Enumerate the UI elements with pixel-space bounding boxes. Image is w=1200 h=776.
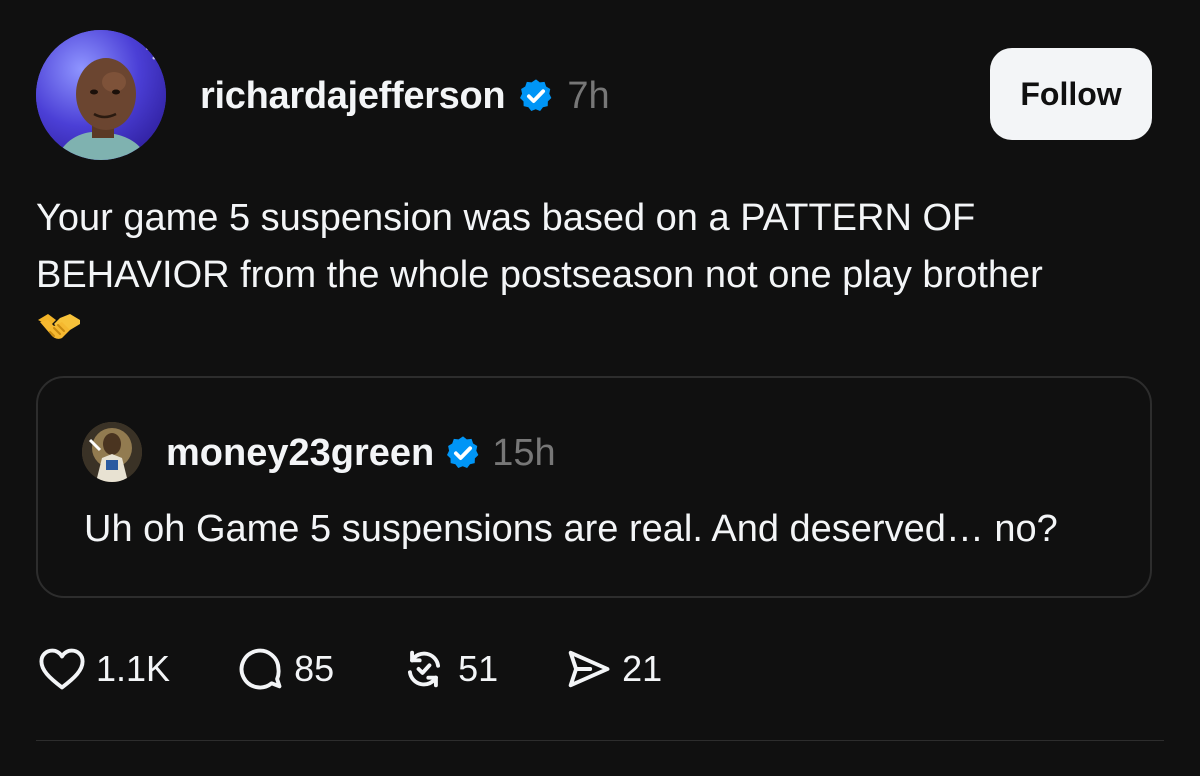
send-icon — [562, 643, 614, 695]
like-button[interactable]: 1.1K — [36, 643, 170, 695]
post-body-text: Your game 5 suspension was based on a PA… — [36, 197, 1043, 296]
reply-button[interactable]: 85 — [234, 643, 334, 695]
action-bar: 1.1K 85 51 21 — [36, 640, 726, 698]
post-header: richardajefferson 7h — [200, 68, 610, 124]
author-avatar[interactable] — [36, 30, 166, 160]
quoted-post-card[interactable]: money23green 15h Uh oh Game 5 suspension… — [36, 376, 1152, 598]
comment-icon — [234, 643, 286, 695]
share-count: 21 — [622, 648, 663, 689]
author-username[interactable]: richardajefferson — [200, 75, 506, 118]
repost-button[interactable]: 51 — [398, 643, 498, 695]
follow-button[interactable]: Follow — [990, 48, 1152, 140]
quoted-author-username[interactable]: money23green — [166, 432, 434, 475]
quoted-post-timestamp: 15h — [492, 431, 556, 474]
verified-badge-icon — [517, 77, 555, 115]
thread-post: richardajefferson 7h Follow Your game 5 … — [0, 0, 1200, 776]
like-count: 1.1K — [96, 648, 171, 689]
verified-badge-icon — [444, 434, 482, 472]
reply-count: 85 — [294, 648, 335, 689]
repost-icon — [398, 643, 450, 695]
repost-count: 51 — [458, 648, 499, 689]
quoted-author-avatar[interactable] — [82, 422, 142, 482]
post-timestamp: 7h — [567, 74, 610, 117]
quoted-avatar-photo — [82, 422, 142, 482]
share-button[interactable]: 21 — [562, 643, 662, 695]
post-divider — [36, 740, 1164, 741]
handshake-emoji — [36, 308, 82, 348]
quoted-post-header: money23green 15h — [166, 426, 556, 480]
avatar-photo — [36, 30, 166, 160]
quoted-post-text: Uh oh Game 5 suspensions are real. And d… — [84, 508, 1058, 550]
heart-icon — [36, 643, 88, 695]
